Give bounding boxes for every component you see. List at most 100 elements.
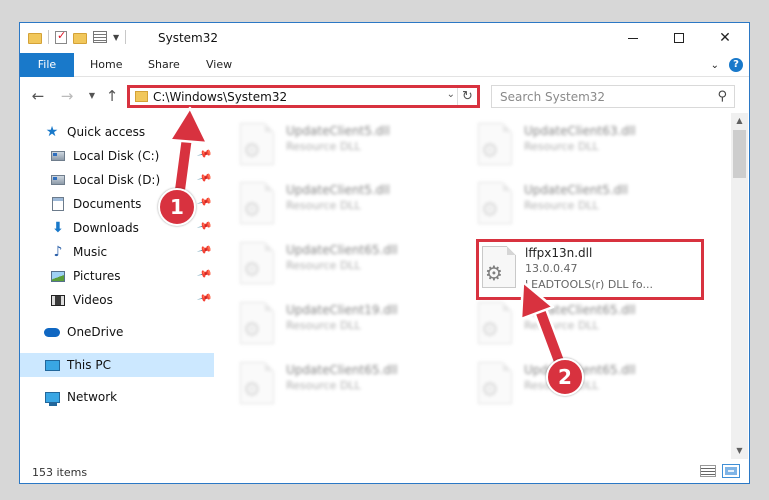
file-name: UpdateClient19.dll <box>286 303 398 317</box>
tab-view[interactable]: View <box>194 53 244 77</box>
sidebar-item-label: Videos <box>73 293 113 307</box>
folder-icon <box>28 32 42 44</box>
address-history-chevron-icon[interactable]: ⌄ <box>447 89 455 100</box>
dll-file-icon <box>240 242 274 284</box>
address-path[interactable]: C:\Windows\System32 <box>153 90 287 104</box>
scrollbar-thumb[interactable] <box>733 130 746 178</box>
file-item[interactable]: UpdateClient65.dll Resource DLL <box>220 234 450 290</box>
file-description: Resource DLL <box>286 199 361 212</box>
address-bar[interactable]: C:\Windows\System32 ⌄ ↻ <box>127 85 480 108</box>
search-placeholder[interactable]: Search System32 <box>500 90 605 104</box>
dll-file-icon <box>240 302 274 344</box>
sidebar-item-onedrive[interactable]: OneDrive <box>44 321 123 343</box>
sidebar-item-label: Quick access <box>67 125 146 139</box>
onedrive-icon <box>44 327 60 337</box>
sidebar-item-this-pc[interactable]: This PC <box>44 354 111 376</box>
new-folder-icon[interactable] <box>73 32 87 44</box>
tab-home[interactable]: Home <box>78 53 134 77</box>
maximize-icon <box>674 33 684 43</box>
sidebar-item-label: Pictures <box>73 269 121 283</box>
sidebar-item-local-disk-d[interactable]: Local Disk (D:) <box>50 169 160 191</box>
customize-toolbar-chevron-icon[interactable]: ▼ <box>113 33 119 42</box>
properties-icon[interactable] <box>93 31 107 43</box>
search-box[interactable]: Search System32 ⚲ <box>491 85 735 108</box>
help-icon[interactable]: ? <box>729 58 743 72</box>
file-item[interactable]: UpdateClient19.dll Resource DLL <box>220 294 450 350</box>
pin-icon[interactable]: 📌 <box>196 195 212 211</box>
sidebar-item-label: Music <box>73 245 108 259</box>
file-item[interactable]: UpdateClient5.dll Resource DLL <box>458 174 688 230</box>
toolbar-divider <box>125 30 127 44</box>
search-icon[interactable]: ⚲ <box>717 89 727 104</box>
file-item[interactable]: UpdateClient63.dll Resource DLL <box>458 115 688 171</box>
close-icon: ✕ <box>719 30 731 46</box>
up-arrow-icon[interactable]: ↑ <box>102 86 122 106</box>
downloads-icon: ⬇ <box>52 220 64 236</box>
onedrive-icon-wrap <box>44 324 60 340</box>
dll-file-icon <box>240 123 274 165</box>
file-description: Resource DLL <box>286 379 361 392</box>
star-icon: ★ <box>45 124 59 140</box>
scroll-up-arrow-icon[interactable]: ▲ <box>731 113 748 129</box>
file-item[interactable]: UpdateClient5.dll Resource DLL <box>220 115 450 171</box>
large-icons-view-icon[interactable] <box>722 464 740 478</box>
sidebar-item-documents[interactable]: Documents <box>50 193 141 215</box>
dll-file-icon <box>478 302 512 344</box>
title-bar: ▼ System32 ✕ <box>20 23 749 53</box>
file-name: UpdateClient63.dll <box>524 124 636 138</box>
dll-file-icon <box>240 362 274 404</box>
step-2-badge: 2 <box>546 358 584 396</box>
pin-icon[interactable]: 📌 <box>196 219 212 235</box>
disk-icon-wrap <box>50 148 66 164</box>
pictures-icon-wrap <box>50 268 66 284</box>
file-name: UpdateClient65.dll <box>524 303 636 317</box>
ribbon-right-controls: ⌄ ? <box>711 58 743 72</box>
file-explorer-window: ▼ System32 ✕ File Home Share View ⌄ ? ← … <box>19 22 750 484</box>
sidebar-item-network[interactable]: Network <box>44 386 117 408</box>
file-item[interactable]: UpdateClient65.dll Resource DLL <box>220 354 450 410</box>
close-button[interactable]: ✕ <box>702 23 748 53</box>
scroll-down-arrow-icon[interactable]: ▼ <box>731 443 748 459</box>
sidebar-item-label: Local Disk (D:) <box>73 173 161 187</box>
file-description: Resource DLL <box>286 259 361 272</box>
pin-icon[interactable]: 📌 <box>196 291 212 307</box>
sidebar-item-pictures[interactable]: Pictures <box>50 265 121 287</box>
pin-icon[interactable]: 📌 <box>196 243 212 259</box>
folder-icon <box>135 91 148 102</box>
expand-ribbon-chevron-icon[interactable]: ⌄ <box>711 60 719 71</box>
window-title: System32 <box>158 31 219 45</box>
sidebar-item-local-disk-c[interactable]: Local Disk (C:) <box>50 145 159 167</box>
pin-icon[interactable]: 📌 <box>196 147 212 163</box>
network-icon <box>44 391 60 406</box>
sidebar-item-videos[interactable]: Videos <box>50 289 113 311</box>
disk-icon <box>51 175 65 185</box>
pictures-icon <box>51 270 65 282</box>
pin-icon[interactable]: 📌 <box>196 171 212 187</box>
minimize-button[interactable] <box>610 23 656 53</box>
file-list: UpdateClient5.dll Resource DLL UpdateCli… <box>220 115 730 455</box>
dll-file-icon <box>478 182 512 224</box>
forward-arrow-icon[interactable]: → <box>57 86 77 106</box>
refresh-icon[interactable]: ↻ <box>457 88 477 105</box>
properties-check-icon[interactable] <box>55 29 67 44</box>
details-view-icon[interactable] <box>700 465 716 477</box>
minimize-icon <box>628 37 638 39</box>
file-item[interactable]: UpdateClient65.dll Resource DLL <box>458 294 688 350</box>
sidebar-item-quick-access[interactable]: ★ Quick access <box>44 121 145 143</box>
ribbon-tabs: File Home Share View ⌄ ? <box>20 53 749 77</box>
vertical-scrollbar[interactable]: ▲ ▼ <box>731 113 748 459</box>
sidebar-item-downloads[interactable]: ⬇ Downloads <box>50 217 139 239</box>
file-item[interactable]: UpdateClient5.dll Resource DLL <box>220 174 450 230</box>
this-pc-icon <box>44 359 60 371</box>
maximize-button[interactable] <box>656 23 702 53</box>
dll-file-icon <box>482 246 516 288</box>
tab-file[interactable]: File <box>20 53 74 77</box>
tab-share[interactable]: Share <box>136 53 192 77</box>
highlighted-file-item[interactable]: lffpx13n.dll 13.0.0.47 LEADTOOLS(r) DLL … <box>476 239 704 300</box>
recent-locations-chevron-icon[interactable]: ▼ <box>82 86 102 106</box>
file-name: lffpx13n.dll <box>525 246 593 260</box>
sidebar-item-music[interactable]: ♪ Music <box>50 241 108 263</box>
step-1-badge: 1 <box>158 188 196 226</box>
pin-icon[interactable]: 📌 <box>196 267 212 283</box>
back-arrow-icon[interactable]: ← <box>28 86 48 106</box>
